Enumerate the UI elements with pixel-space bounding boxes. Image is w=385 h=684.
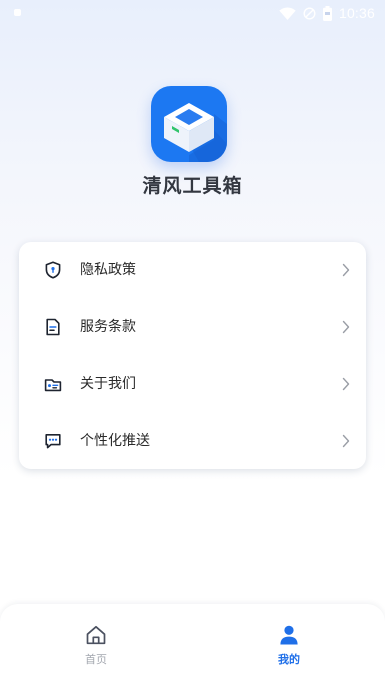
menu-item-terms-of-service[interactable]: 服务条款: [19, 299, 366, 355]
notification-icon: [14, 9, 21, 16]
chevron-right-icon: [342, 434, 350, 448]
tab-mine-label: 我的: [278, 653, 300, 666]
menu-item-personalized-push[interactable]: 个性化推送: [19, 413, 366, 469]
tab-home[interactable]: 首页: [56, 604, 136, 678]
user-icon: [280, 625, 298, 645]
app-logo: [151, 86, 227, 162]
menu-item-label: 服务条款: [80, 319, 136, 335]
cube-icon: [164, 103, 227, 162]
message-icon: [45, 434, 61, 449]
signal-icon: [303, 6, 316, 20]
document-icon: [46, 318, 60, 336]
menu-item-label: 个性化推送: [80, 433, 150, 449]
bottom-nav: 首页 我的: [0, 604, 385, 684]
menu-card: 隐私政策 服务条款 关于我们 个性化推送: [19, 242, 366, 469]
id-card-icon: [44, 379, 62, 392]
wifi-icon: [279, 7, 296, 20]
status-time: 10:36: [338, 5, 375, 21]
shield-icon: [45, 261, 61, 279]
status-icons: 10:36: [279, 4, 375, 22]
menu-item-label: 隐私政策: [80, 262, 136, 278]
menu-item-about-us[interactable]: 关于我们: [19, 356, 366, 412]
chevron-right-icon: [342, 320, 350, 334]
tab-home-label: 首页: [85, 653, 107, 666]
menu-item-privacy-policy[interactable]: 隐私政策: [19, 242, 366, 298]
tab-mine[interactable]: 我的: [249, 604, 329, 678]
menu-item-label: 关于我们: [80, 376, 136, 392]
battery-icon: [322, 5, 332, 21]
home-icon: [86, 625, 106, 645]
chevron-right-icon: [342, 377, 350, 391]
app-name: 清风工具箱: [142, 175, 243, 197]
status-bar: 10:36: [0, 0, 385, 26]
chevron-right-icon: [342, 263, 350, 277]
